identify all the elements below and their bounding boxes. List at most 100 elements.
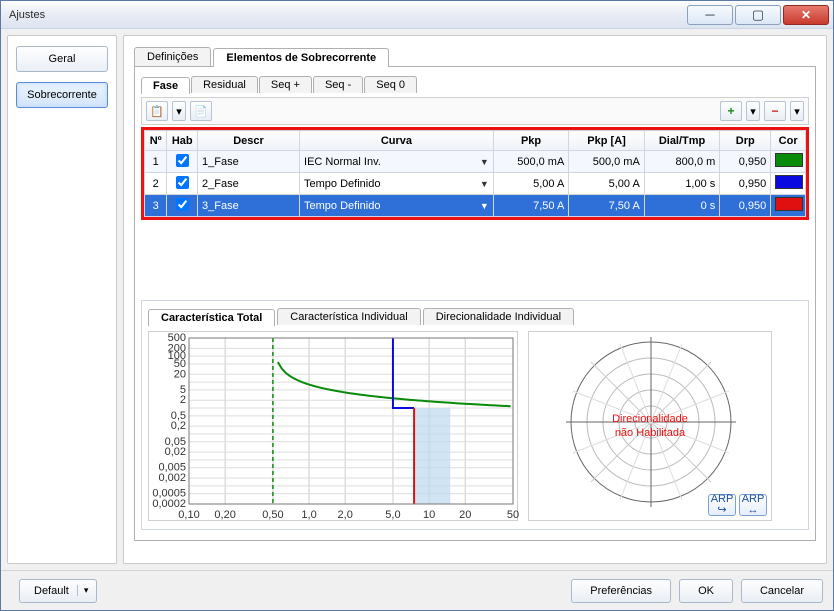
add-row-dropdown[interactable]: ▾: [746, 101, 760, 121]
tab-elementos[interactable]: Elementos de Sobrecorrente: [213, 48, 389, 67]
cell-cor[interactable]: [771, 173, 806, 195]
th-pkpa[interactable]: Pkp [A]: [569, 131, 644, 151]
cell-curva[interactable]: Tempo Definido▼: [300, 173, 494, 195]
tabs-level2: Fase Residual Seq + Seq - Seq 0: [141, 73, 809, 93]
svg-text:0,2: 0,2: [171, 420, 186, 432]
svg-text:10: 10: [423, 509, 435, 521]
cell-dial[interactable]: 800,0 m: [644, 151, 719, 173]
copy-button[interactable]: 📋: [146, 101, 168, 121]
cell-curva[interactable]: IEC Normal Inv.▼: [300, 151, 494, 173]
tabs-level3: Característica Total Característica Indi…: [148, 305, 802, 325]
th-pkp[interactable]: Pkp: [493, 131, 568, 151]
tab-residual[interactable]: Residual: [191, 76, 258, 93]
tab-definicoes[interactable]: Definições: [134, 47, 211, 66]
tab-seq0[interactable]: Seq 0: [364, 76, 417, 93]
close-button[interactable]: ✕: [783, 5, 829, 25]
grid-toolbar: 📋 ▾ 📄 + ▾ − ▾: [141, 97, 809, 125]
chevron-down-icon: ▾: [176, 105, 182, 118]
cancel-button[interactable]: Cancelar: [741, 579, 823, 603]
arrow-swap-icon: ↔: [748, 505, 759, 516]
tab-caracteristica-individual[interactable]: Característica Individual: [277, 308, 420, 325]
cell-pkpa[interactable]: 5,00 A: [569, 173, 644, 195]
default-button[interactable]: Default▾: [19, 579, 97, 603]
svg-text:0,0002: 0,0002: [152, 498, 186, 510]
cell-pkp[interactable]: 500,0 mA: [493, 151, 568, 173]
minimize-button[interactable]: ─: [687, 5, 733, 25]
th-dial[interactable]: Dial/Tmp: [644, 131, 719, 151]
cell-pkp[interactable]: 7,50 A: [493, 195, 568, 217]
cell-dial[interactable]: 0 s: [644, 195, 719, 217]
tcc-svg: 0,100,200,501,02,05,01020500,00020,00050…: [149, 332, 519, 522]
color-swatch[interactable]: [775, 153, 803, 167]
cell-hab[interactable]: [167, 151, 198, 173]
svg-text:2,0: 2,0: [338, 509, 353, 521]
maximize-button[interactable]: ▢: [735, 5, 781, 25]
th-descr[interactable]: Descr: [198, 131, 300, 151]
tab1-panel: Fase Residual Seq + Seq - Seq 0 📋 ▾ 📄 + …: [134, 66, 816, 541]
svg-text:0,5: 0,5: [171, 410, 186, 422]
table-row[interactable]: 33_FaseTempo Definido▼7,50 A7,50 A0 s0,9…: [145, 195, 806, 217]
th-n[interactable]: Nº: [145, 131, 167, 151]
remove-row-dropdown[interactable]: ▾: [790, 101, 804, 121]
cell-descr[interactable]: 2_Fase: [198, 173, 300, 195]
color-swatch[interactable]: [775, 197, 803, 211]
chevron-down-icon: ▼: [480, 179, 489, 189]
cell-n[interactable]: 3: [145, 195, 167, 217]
cell-cor[interactable]: [771, 151, 806, 173]
th-cor[interactable]: Cor: [771, 131, 806, 151]
paste-button[interactable]: 📄: [190, 101, 212, 121]
sidebar-label-sobrecorrente: Sobrecorrente: [27, 89, 97, 101]
cell-pkpa[interactable]: 500,0 mA: [569, 151, 644, 173]
table-row[interactable]: 22_FaseTempo Definido▼5,00 A5,00 A1,00 s…: [145, 173, 806, 195]
cell-drp[interactable]: 0,950: [720, 151, 771, 173]
arp-right-button[interactable]: ARP↔: [739, 494, 767, 516]
add-row-button[interactable]: +: [720, 101, 742, 121]
th-curva[interactable]: Curva: [300, 131, 494, 151]
cell-drp[interactable]: 0,950: [720, 195, 771, 217]
copy-dropdown[interactable]: ▾: [172, 101, 186, 121]
table-row[interactable]: 11_FaseIEC Normal Inv.▼500,0 mA500,0 mA8…: [145, 151, 806, 173]
cell-curva[interactable]: Tempo Definido▼: [300, 195, 494, 217]
svg-text:20: 20: [174, 368, 186, 380]
titlebar: Ajustes ─ ▢ ✕: [1, 1, 833, 29]
color-swatch[interactable]: [775, 175, 803, 189]
chevron-down-icon: ▾: [750, 105, 756, 118]
svg-text:500: 500: [168, 332, 186, 344]
tab-caracteristica-total[interactable]: Característica Total: [148, 309, 275, 326]
tab-seqm[interactable]: Seq -: [313, 76, 363, 93]
chevron-down-icon: ▾: [794, 105, 800, 118]
hab-checkbox[interactable]: [176, 198, 189, 211]
window-title: Ajustes: [9, 9, 685, 21]
th-drp[interactable]: Drp: [720, 131, 771, 151]
tab-fase[interactable]: Fase: [141, 77, 190, 94]
ok-button[interactable]: OK: [679, 579, 733, 603]
preferences-button[interactable]: Preferências: [571, 579, 671, 603]
arrow-right-icon: ↪: [717, 505, 726, 516]
svg-text:1,0: 1,0: [301, 509, 316, 521]
svg-text:0,10: 0,10: [178, 509, 199, 521]
th-hab[interactable]: Hab: [167, 131, 198, 151]
cell-hab[interactable]: [167, 173, 198, 195]
cell-descr[interactable]: 1_Fase: [198, 151, 300, 173]
cell-hab[interactable]: [167, 195, 198, 217]
cell-pkpa[interactable]: 7,50 A: [569, 195, 644, 217]
copy-icon: 📋: [150, 105, 164, 118]
sidebar-item-sobrecorrente[interactable]: Sobrecorrente: [16, 82, 108, 108]
hab-checkbox[interactable]: [176, 176, 189, 189]
cell-pkp[interactable]: 5,00 A: [493, 173, 568, 195]
hab-checkbox[interactable]: [176, 154, 189, 167]
cell-descr[interactable]: 3_Fase: [198, 195, 300, 217]
svg-text:2: 2: [180, 394, 186, 406]
tab-direcionalidade-individual[interactable]: Direcionalidade Individual: [423, 308, 574, 325]
cell-n[interactable]: 1: [145, 151, 167, 173]
cell-dial[interactable]: 1,00 s: [644, 173, 719, 195]
table-header-row: Nº Hab Descr Curva Pkp Pkp [A] Dial/Tmp …: [145, 131, 806, 151]
cell-drp[interactable]: 0,950: [720, 173, 771, 195]
cell-n[interactable]: 2: [145, 173, 167, 195]
charts-panel: Característica Total Característica Indi…: [141, 300, 809, 530]
remove-row-button[interactable]: −: [764, 101, 786, 121]
tab-seqp[interactable]: Seq +: [259, 76, 312, 93]
cell-cor[interactable]: [771, 195, 806, 217]
arp-left-button[interactable]: ARP↪: [708, 494, 736, 516]
sidebar-item-geral[interactable]: Geral: [16, 46, 108, 72]
